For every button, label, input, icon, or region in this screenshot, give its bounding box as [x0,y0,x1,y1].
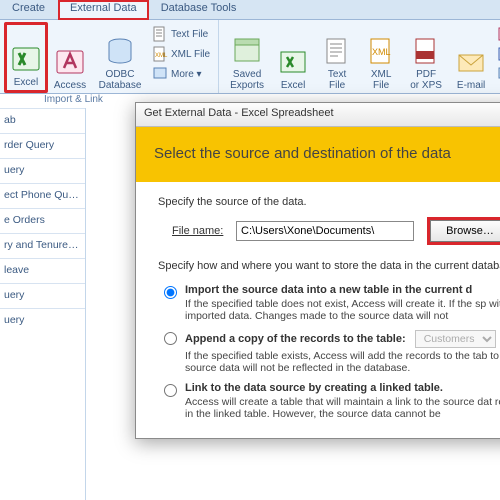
export-xml-button[interactable]: XML XML File [359,22,403,93]
export-pdf-label: PDF or XPS [410,69,442,91]
ribbon: Excel Access ODBC Database Text File XML… [0,20,500,94]
ribbon-tabs: Create External Data Database Tools [0,0,500,20]
saved-exports-label: Saved Exports [230,69,264,91]
xml-file-icon: XML [152,46,168,62]
odbc-database-button[interactable]: ODBC Database [92,22,148,93]
import-more-column: Text File XML XML File More ▾ [148,22,214,93]
dialog-banner: Select the source and destination of the… [136,127,500,182]
get-external-data-dialog: Get External Data - Excel Spreadsheet Se… [135,102,500,439]
radio-append[interactable] [164,332,177,345]
file-name-input[interactable] [236,221,414,241]
option-append-desc: If the specified table exists, Access wi… [185,350,500,374]
email-icon [455,46,487,78]
import-excel-label: Excel [14,77,38,88]
xml-export-icon: XML [365,35,397,67]
import-xml-file-label: XML File [171,49,210,60]
option-link-label: Link to the data source by creating a li… [185,382,500,394]
append-table-select: Customers [415,330,496,348]
option-import-desc: If the specified table does not exist, A… [185,298,500,322]
text-file-icon [152,26,168,42]
export-word-merge-button[interactable]: Word Me [495,44,500,64]
import-text-file-label: Text File [171,29,208,40]
option-import-label: Import the source data into a new table … [185,284,500,296]
export-excel-button[interactable]: Excel [271,22,315,93]
access-icon [54,46,86,78]
option-import-new-table: Import the source data into a new table … [164,284,500,322]
import-xml-file-button[interactable]: XML XML File [150,44,212,64]
file-name-row: File name: Browse… [172,220,500,242]
file-name-label: File name: [172,225,236,237]
radio-import-new-table[interactable] [164,286,177,299]
svg-text:XML: XML [155,53,168,59]
ribbon-group-label-import: Import & Link [2,94,103,105]
tab-database-tools[interactable]: Database Tools [149,0,250,19]
browse-button[interactable]: Browse… [430,220,500,242]
import-more-button[interactable]: More ▾ [150,64,212,84]
import-more-label: More ▾ [171,69,202,80]
export-pdf-button[interactable]: PDF or XPS [403,22,449,93]
specify-source-text: Specify the source of the data. [158,196,500,208]
radio-link[interactable] [164,384,177,397]
export-xml-label: XML File [371,69,392,91]
export-text-label: Text File [328,69,346,91]
database-icon [104,35,136,67]
import-access-button[interactable]: Access [48,22,92,93]
export-email-button[interactable]: E-mail [449,22,493,93]
dialog-body: Specify the source of the data. File nam… [136,182,500,438]
option-link: Link to the data source by creating a li… [164,382,500,420]
odbc-database-label: ODBC Database [99,69,142,91]
specify-how-text: Specify how and where you want to store … [158,260,500,272]
ribbon-group-export: Saved Exports Excel Text File XML XML Fi… [219,20,500,93]
import-excel-button[interactable]: Excel [4,22,48,93]
nav-item[interactable]: ry and Tenure… [0,233,85,258]
import-access-label: Access [54,80,86,91]
export-more-column: Access Word Me More ▾ [493,22,500,93]
export-access-button[interactable]: Access [495,24,500,44]
ribbon-group-import-link: Excel Access ODBC Database Text File XML… [0,20,219,93]
pdf-icon [410,35,442,67]
nav-item[interactable]: uery [0,308,85,333]
export-more-button[interactable]: More ▾ [495,64,500,84]
navigation-pane: ab rder Query uery ect Phone Qu… e Order… [0,108,86,500]
export-email-label: E-mail [457,80,485,91]
nav-item[interactable]: rder Query [0,133,85,158]
nav-item[interactable]: uery [0,283,85,308]
more-icon [152,66,168,82]
nav-item[interactable]: leave [0,258,85,283]
tab-create[interactable]: Create [0,0,58,19]
option-append-label-text: Append a copy of the records to the tabl… [185,333,406,345]
option-append-label: Append a copy of the records to the tabl… [185,330,500,348]
export-excel-label: Excel [281,80,305,91]
option-link-desc: Access will create a table that will mai… [185,396,500,420]
nav-item[interactable]: ab [0,108,85,133]
text-export-icon [321,35,353,67]
tab-external-data[interactable]: External Data [58,0,149,20]
nav-item[interactable]: uery [0,158,85,183]
excel-icon [10,43,42,75]
option-append: Append a copy of the records to the tabl… [164,330,500,374]
saved-exports-icon [231,35,263,67]
export-text-button[interactable]: Text File [315,22,359,93]
nav-item[interactable]: e Orders [0,208,85,233]
svg-text:XML: XML [372,47,391,57]
import-text-file-button[interactable]: Text File [150,24,212,44]
excel-export-icon [277,46,309,78]
saved-exports-button[interactable]: Saved Exports [223,22,271,93]
nav-item[interactable]: ect Phone Qu… [0,183,85,208]
dialog-title: Get External Data - Excel Spreadsheet [136,103,500,127]
